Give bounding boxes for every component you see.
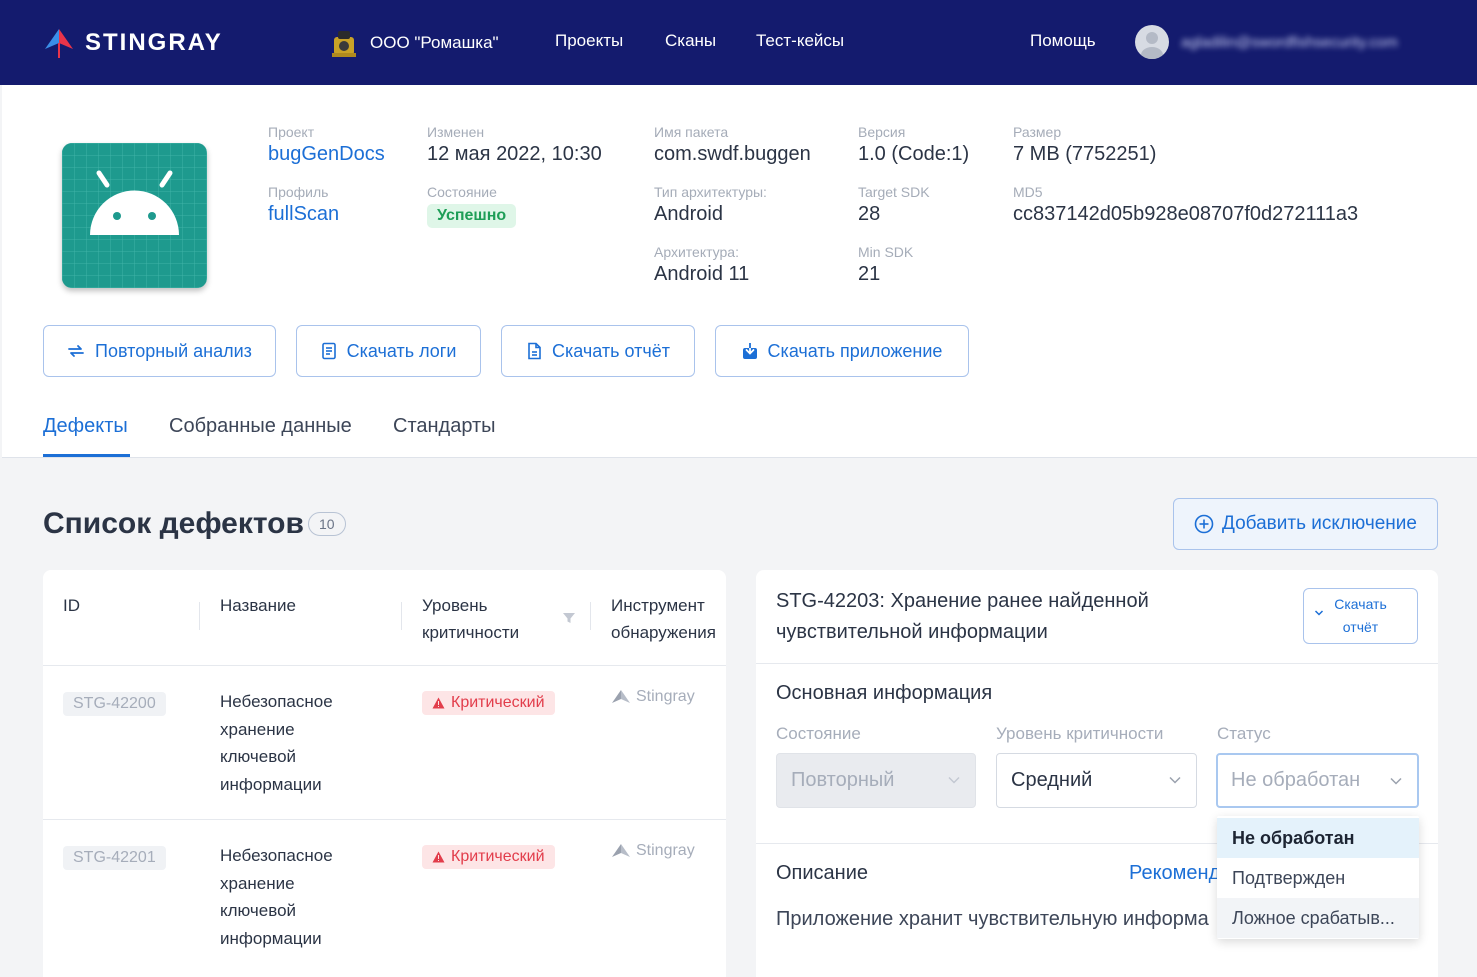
org-switcher[interactable]: ООО "Ромашка" [330, 26, 499, 60]
stingray-logo-icon [45, 29, 73, 58]
status-option-not-processed[interactable]: Не обработан [1217, 818, 1419, 858]
nav-test-cases[interactable]: Тест-кейсы [756, 31, 844, 51]
download-icon [742, 343, 757, 359]
org-emblem-icon [332, 31, 356, 57]
warning-icon [432, 697, 445, 709]
divider [756, 663, 1438, 664]
chevron-down-icon [948, 776, 960, 784]
column-header-severity[interactable]: Уровень критичности [422, 592, 519, 646]
severity-badge: Критический [422, 691, 555, 715]
logs-icon [321, 342, 336, 360]
nav-scans[interactable]: Сканы [665, 31, 716, 51]
meta-state: Состояние Успешно [427, 184, 517, 228]
status-dropdown-menu: Не обработан Подтвержден Ложное срабатыв… [1217, 816, 1419, 939]
profile-link[interactable]: fullScan [268, 203, 339, 226]
active-tab-indicator [43, 454, 130, 457]
defect-name: Небезопасное хранение ключевой информаци… [220, 692, 333, 794]
recommendations-link[interactable]: Рекоменд [1129, 862, 1220, 885]
meta-arch-type: Тип архитектуры: Android [654, 184, 767, 225]
state-label: Состояние [776, 724, 861, 743]
detail-download-report-button[interactable]: Скачать отчёт [1303, 588, 1418, 644]
meta-target-sdk: Target SDK 28 [858, 184, 930, 225]
scan-header: Проект bugGenDocs Профиль fullScan Измен… [2, 85, 1477, 458]
column-separator [401, 602, 402, 630]
chevron-down-icon [1390, 777, 1402, 785]
status-select[interactable]: Не обработан [1216, 753, 1419, 808]
brand-logo[interactable]: STINGRAY [43, 26, 223, 60]
meta-md5: MD5 cc837142d05b928e08707f0d272111a3 [1013, 184, 1359, 225]
severity-select[interactable]: Средний [996, 753, 1197, 808]
state-select: Повторный [776, 753, 976, 808]
nav-help[interactable]: Помощь [1030, 31, 1096, 51]
description-text: Приложение хранит чувствительную информа [776, 908, 1209, 930]
meta-arch: Архитектура: Android 11 [654, 244, 750, 285]
defect-name: Небезопасное хранение ключевой информаци… [220, 846, 333, 948]
column-separator [199, 602, 200, 630]
status-option-confirmed[interactable]: Подтвержден [1217, 858, 1419, 898]
download-app-button[interactable]: Скачать приложение [715, 325, 969, 377]
defects-title: Список дефектов [43, 507, 304, 540]
user-icon [1141, 32, 1163, 59]
android-app-icon [62, 143, 207, 288]
add-exception-button[interactable]: Добавить исключение [1173, 498, 1438, 550]
detection-tool: Stingray [611, 688, 695, 706]
reanalyze-button[interactable]: Повторный анализ [43, 325, 276, 377]
stingray-tool-icon [612, 844, 630, 857]
project-link[interactable]: bugGenDocs [268, 143, 385, 166]
document-icon [528, 342, 541, 360]
warning-icon [432, 851, 445, 863]
tab-collected-data[interactable]: Собранные данные [169, 415, 352, 438]
status-option-false-positive[interactable]: Ложное срабатыв... [1217, 898, 1419, 938]
meta-modified: Изменен 12 мая 2022, 10:30 [427, 124, 602, 165]
defects-table: ID Название Уровень критичности Инструме… [43, 570, 726, 977]
column-header-tool[interactable]: Инструмент обнаружения [611, 592, 716, 646]
plus-circle-icon [1194, 514, 1214, 534]
meta-size: Размер 7 MB (7752251) [1013, 124, 1157, 165]
table-row[interactable]: STG-42200 Небезопасное хранение ключевой… [43, 665, 726, 819]
brand-name: STINGRAY [85, 29, 223, 56]
table-row[interactable]: STG-42201 Небезопасное хранение ключевой… [43, 819, 726, 973]
basic-info-title: Основная информация [776, 682, 993, 704]
description-title: Описание [776, 862, 869, 884]
user-email: agladilin@swordfishsecurity.com [1181, 33, 1398, 51]
android-icon [62, 143, 207, 288]
chevron-down-icon [1314, 610, 1324, 616]
defects-count-badge: 10 [308, 512, 346, 536]
refresh-icon [68, 345, 84, 357]
defect-id: STG-42201 [63, 846, 166, 870]
status-badge: Успешно [427, 204, 517, 228]
top-navbar: STINGRAY ООО "Ромашка" Проекты Сканы Тес… [0, 0, 1477, 85]
column-header-name[interactable]: Название [220, 592, 296, 619]
detection-tool: Stingray [611, 842, 695, 860]
meta-min-sdk: Min SDK 21 [858, 244, 914, 285]
download-report-button[interactable]: Скачать отчёт [501, 325, 695, 377]
nav-projects[interactable]: Проекты [555, 31, 623, 51]
tab-standards[interactable]: Стандарты [393, 415, 496, 438]
meta-profile: Профиль fullScan [268, 184, 340, 226]
defect-detail-title: STG-42203: Хранение ранее найденной чувс… [776, 590, 1149, 643]
meta-version: Версия 1.0 (Code:1) [858, 124, 970, 165]
severity-badge: Критический [422, 845, 555, 869]
status-label: Статус [1217, 724, 1271, 743]
column-separator [590, 602, 591, 630]
filter-icon[interactable] [562, 611, 576, 625]
meta-package: Имя пакета com.swdf.buggen [654, 124, 811, 165]
avatar [1135, 25, 1169, 59]
column-header-id[interactable]: ID [63, 592, 80, 619]
download-logs-button[interactable]: Скачать логи [296, 325, 481, 377]
org-name: ООО "Ромашка" [370, 33, 499, 52]
severity-label: Уровень критичности [996, 724, 1164, 743]
user-menu[interactable]: agladilin@swordfishsecurity.com [1135, 25, 1398, 59]
defect-id: STG-42200 [63, 692, 166, 716]
chevron-down-icon [1169, 776, 1181, 784]
stingray-tool-icon [612, 690, 630, 703]
meta-project: Проект bugGenDocs [268, 124, 385, 166]
tab-defects[interactable]: Дефекты [43, 415, 128, 438]
